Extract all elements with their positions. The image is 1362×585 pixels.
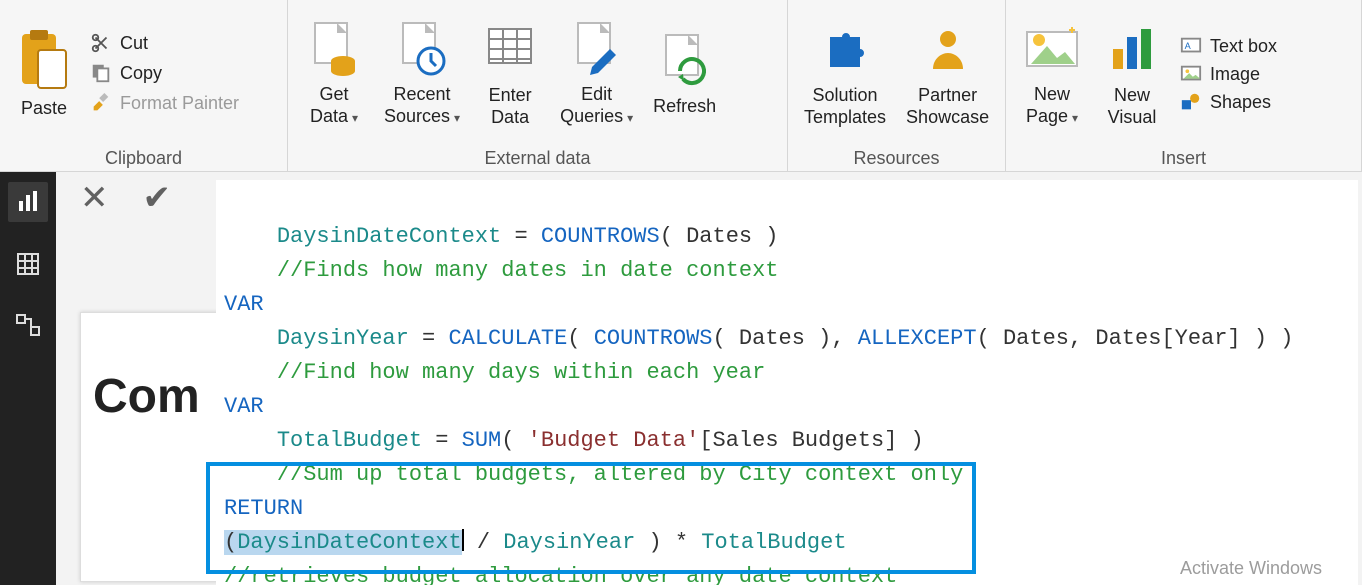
cut-button[interactable]: Cut [90,32,239,54]
format-painter-label: Format Painter [120,93,239,114]
highlight-box [206,462,976,574]
refresh-label: Refresh [653,95,716,117]
model-view-icon [15,313,41,339]
person-icon [918,20,978,80]
text-box-button[interactable]: A Text box [1180,35,1277,57]
partner-showcase-button[interactable]: Partner Showcase [896,18,999,128]
model-view-button[interactable] [8,306,48,346]
group-label-resources: Resources [794,142,999,169]
group-label-insert: Insert [1012,142,1355,169]
get-data-icon [304,19,364,79]
scissors-icon [90,32,112,54]
puzzle-icon [815,20,875,80]
view-nav [0,172,56,585]
image-button[interactable]: Image [1180,63,1277,85]
enter-data-button[interactable]: Enter Data [470,18,550,128]
text-box-icon: A [1180,35,1202,57]
text-box-label: Text box [1210,36,1277,57]
solution-templates-button[interactable]: Solution Templates [794,18,896,128]
report-view-button[interactable] [8,182,48,222]
ribbon: Paste Cut Copy Format Painter Clipboard [0,0,1362,172]
group-label-external-data: External data [294,142,781,169]
edit-queries-icon [567,19,627,79]
shapes-icon [1180,91,1202,113]
cut-label: Cut [120,33,148,54]
group-label-clipboard: Clipboard [6,142,281,169]
new-page-icon [1022,19,1082,79]
brush-icon [90,92,112,114]
page-title: Com [93,370,200,423]
edit-queries-label: Edit Queries [560,83,633,129]
group-clipboard: Paste Cut Copy Format Painter Clipboard [0,0,288,171]
new-visual-button[interactable]: New Visual [1092,18,1172,128]
svg-text:A: A [1185,41,1192,51]
new-visual-label: New Visual [1108,84,1157,128]
data-view-button[interactable] [8,244,48,284]
shapes-button[interactable]: Shapes [1180,91,1277,113]
shapes-label: Shapes [1210,92,1271,113]
data-view-icon [15,251,41,277]
edit-queries-button[interactable]: Edit Queries [550,17,643,129]
refresh-icon [655,31,715,91]
recent-sources-icon [392,19,452,79]
image-label: Image [1210,64,1260,85]
enter-data-label: Enter Data [489,84,532,128]
paste-label: Paste [21,98,67,119]
cancel-formula-button[interactable]: ✕ [80,178,109,218]
get-data-label: Get Data [310,83,358,129]
image-icon [1180,63,1202,85]
commit-formula-button[interactable]: ✔ [143,178,172,218]
canvas: ✕ ✔ Com DaysinDateContext = COUNTROWS( D… [56,172,1362,585]
group-insert: New Page New Visual A Text box Image [1006,0,1362,171]
group-resources: Solution Templates Partner Showcase Reso… [788,0,1006,171]
paste-button[interactable]: Paste [6,28,82,119]
copy-icon [90,62,112,84]
format-painter-button[interactable]: Format Painter [90,92,239,114]
clipboard-icon [18,28,70,92]
bar-chart-icon [1102,20,1162,80]
group-external-data: Get Data Recent Sources Enter Data Edit … [288,0,788,171]
formula-bar-controls: ✕ ✔ [80,178,171,218]
new-page-button[interactable]: New Page [1012,17,1092,129]
recent-sources-label: Recent Sources [384,83,460,129]
get-data-button[interactable]: Get Data [294,17,374,129]
workspace: ✕ ✔ Com DaysinDateContext = COUNTROWS( D… [0,172,1362,585]
refresh-button[interactable]: Refresh [643,29,726,117]
enter-data-icon [480,20,540,80]
copy-label: Copy [120,63,162,84]
new-page-label: New Page [1026,83,1078,129]
windows-activation-watermark: Activate Windows [1180,558,1322,579]
solution-templates-label: Solution Templates [804,84,886,128]
copy-button[interactable]: Copy [90,62,239,84]
partner-showcase-label: Partner Showcase [906,84,989,128]
report-view-icon [15,189,41,215]
recent-sources-button[interactable]: Recent Sources [374,17,470,129]
